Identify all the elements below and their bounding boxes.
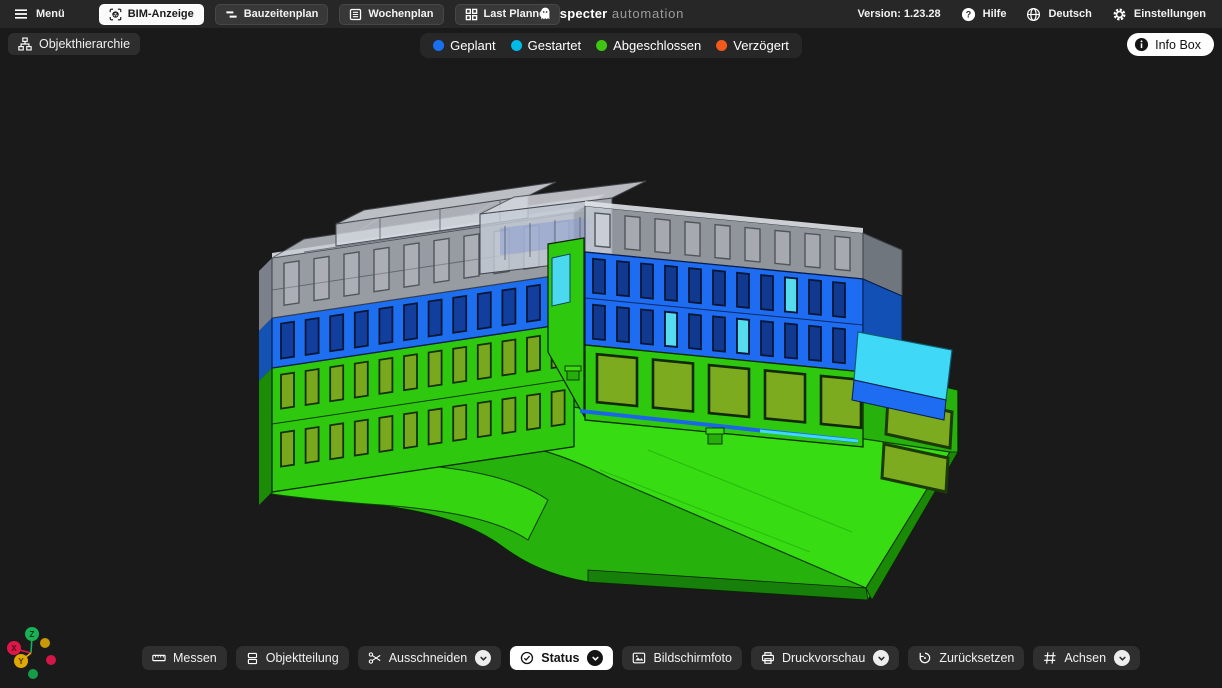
tool-label: Achsen xyxy=(1064,651,1106,665)
legend-item-gestartet: Gestartet xyxy=(511,38,581,53)
status-button[interactable]: Status xyxy=(510,646,613,670)
brand-suffix: automation xyxy=(612,6,684,21)
bench xyxy=(565,366,581,380)
nav-wochenplan[interactable]: Wochenplan xyxy=(339,4,443,25)
version-label: Version: 1.23.28 xyxy=(857,8,940,20)
info-icon xyxy=(1134,37,1149,52)
status-dot-abgeschlossen xyxy=(596,40,607,51)
objektteilung-button[interactable]: Objektteilung xyxy=(236,646,349,670)
grid-squares-icon xyxy=(465,8,478,21)
info-box-button[interactable]: Info Box xyxy=(1127,33,1214,56)
achsen-button[interactable]: Achsen xyxy=(1033,646,1140,670)
object-hierarchy-button[interactable]: Objekthierarchie xyxy=(8,33,140,55)
status-dot-gestartet xyxy=(511,40,522,51)
status-legend: Geplant Gestartet Abgeschlossen Verzöger… xyxy=(420,33,802,58)
orientation-gizmo[interactable]: Z X Y xyxy=(2,622,66,686)
top-menu-bar: Menü BIM-Anzeige Bauzeitenplan xyxy=(0,0,1222,28)
legend-item-abgeschlossen: Abgeschlossen xyxy=(596,38,701,53)
svg-text:?: ? xyxy=(965,9,970,19)
chevron-down-icon[interactable] xyxy=(1114,650,1130,666)
language-button[interactable]: Deutsch xyxy=(1026,7,1091,22)
legend-item-geplant: Geplant xyxy=(433,38,496,53)
zuruecksetzen-button[interactable]: Zurücksetzen xyxy=(908,646,1024,670)
gizmo-axis-y[interactable]: Y xyxy=(14,654,28,668)
brand-name: specter xyxy=(560,6,608,21)
settings-button[interactable]: Einstellungen xyxy=(1112,7,1206,22)
tool-label: Bildschirmfoto xyxy=(653,651,732,665)
help-button[interactable]: ? Hilfe xyxy=(961,7,1007,22)
settings-label: Einstellungen xyxy=(1134,8,1206,20)
viewer-toolbar: Messen Objektteilung Ausschneiden Status xyxy=(142,646,1140,670)
split-object-icon xyxy=(246,652,259,665)
gear-icon xyxy=(1112,7,1127,22)
globe-icon xyxy=(1026,7,1041,22)
building-wing-right xyxy=(585,201,902,447)
brand-logo: specter automation xyxy=(538,0,684,28)
nav-bim-anzeige[interactable]: BIM-Anzeige xyxy=(99,4,204,25)
druckvorschau-button[interactable]: Druckvorschau xyxy=(751,646,899,670)
status-dot-verzoegert xyxy=(716,40,727,51)
reset-rotate-icon xyxy=(918,651,932,665)
main-nav: BIM-Anzeige Bauzeitenplan Wochenplan xyxy=(99,4,560,25)
tool-label: Objektteilung xyxy=(266,651,339,665)
chevron-down-icon[interactable] xyxy=(475,650,491,666)
nav-bauzeitenplan[interactable]: Bauzeitenplan xyxy=(215,4,329,25)
gantt-icon xyxy=(225,8,238,21)
scissors-icon xyxy=(368,651,382,665)
menu-button[interactable]: Menü xyxy=(14,7,65,21)
help-label: Hilfe xyxy=(983,8,1007,20)
tool-label: Messen xyxy=(173,651,217,665)
building-model-3d xyxy=(0,28,1222,688)
help-icon: ? xyxy=(961,7,976,22)
status-dot-geplant xyxy=(433,40,444,51)
bildschirmfoto-button[interactable]: Bildschirmfoto xyxy=(622,646,742,670)
hierarchy-icon xyxy=(18,37,32,51)
screenshot-icon xyxy=(632,651,646,665)
chevron-down-icon[interactable] xyxy=(873,650,889,666)
ghost-logo-icon xyxy=(538,6,553,22)
legend-label: Geplant xyxy=(450,38,496,53)
gizmo-axis-z[interactable]: Z xyxy=(25,627,39,641)
nav-label: Bauzeitenplan xyxy=(244,8,319,20)
object-hierarchy-label: Objekthierarchie xyxy=(39,37,130,51)
axes-grid-icon xyxy=(1043,651,1057,665)
tool-label: Zurücksetzen xyxy=(939,651,1014,665)
chevron-down-icon[interactable] xyxy=(587,650,603,666)
language-label: Deutsch xyxy=(1048,8,1091,20)
svg-text:Z: Z xyxy=(30,630,35,639)
menu-label: Menü xyxy=(36,8,65,20)
status-check-icon xyxy=(520,651,534,665)
messen-button[interactable]: Messen xyxy=(142,646,227,670)
legend-label: Gestartet xyxy=(528,38,581,53)
tool-label: Druckvorschau xyxy=(782,651,865,665)
legend-label: Verzögert xyxy=(733,38,789,53)
gizmo-axis-x[interactable]: X xyxy=(7,641,21,655)
svg-text:X: X xyxy=(11,644,17,653)
bim-view-icon xyxy=(109,8,122,21)
bench xyxy=(706,428,724,444)
hamburger-icon xyxy=(14,7,28,21)
gizmo-axis-y-negative[interactable] xyxy=(40,638,50,648)
viewport-overlay-row: Objekthierarchie Geplant Gestartet Abges… xyxy=(0,33,1222,57)
ausschneiden-button[interactable]: Ausschneiden xyxy=(358,646,502,670)
nav-label: BIM-Anzeige xyxy=(128,8,194,20)
tool-label: Ausschneiden xyxy=(389,651,468,665)
legend-label: Abgeschlossen xyxy=(613,38,701,53)
ruler-icon xyxy=(152,651,166,665)
printer-icon xyxy=(761,651,775,665)
bim-viewport[interactable]: Z X Y xyxy=(0,28,1222,688)
nav-label: Wochenplan xyxy=(368,8,433,20)
tool-label: Status xyxy=(541,651,579,665)
legend-item-verzoegert: Verzögert xyxy=(716,38,789,53)
gizmo-axis-z-negative[interactable] xyxy=(28,669,38,679)
svg-text:Y: Y xyxy=(18,657,24,666)
gizmo-axis-x-negative[interactable] xyxy=(46,655,56,665)
weekplan-list-icon xyxy=(349,8,362,21)
info-box-label: Info Box xyxy=(1155,38,1201,52)
